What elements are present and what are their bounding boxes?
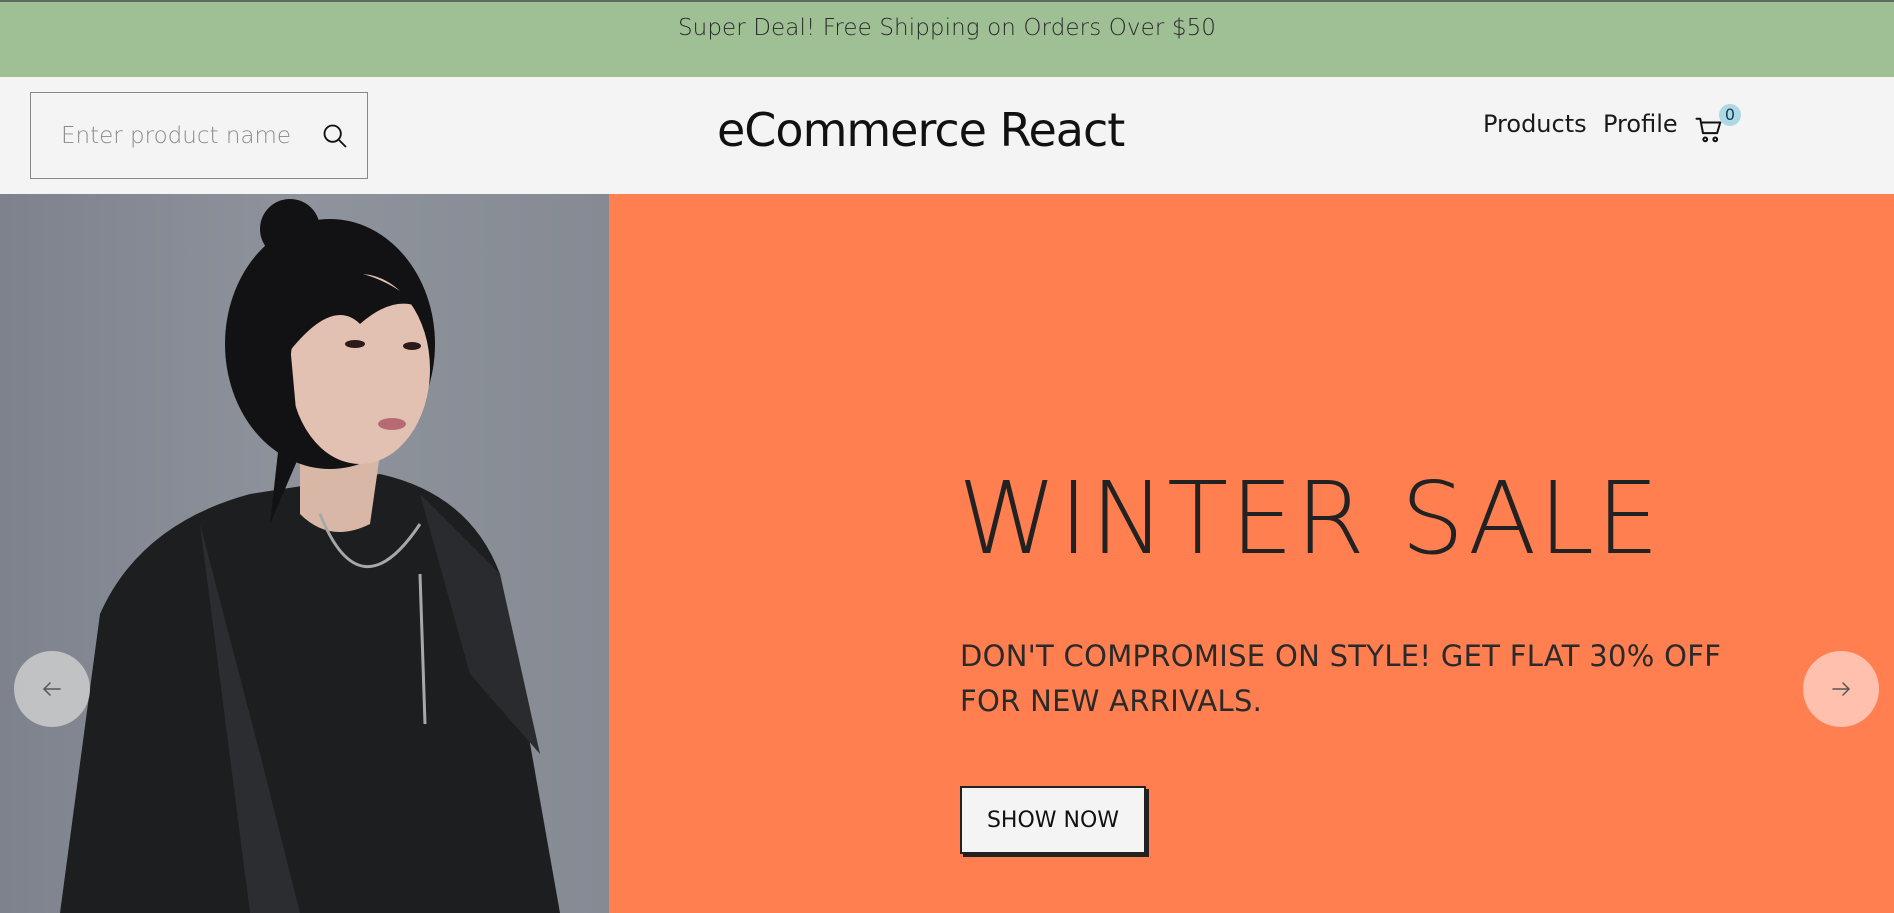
arrow-right-icon <box>1832 682 1850 696</box>
search-icon[interactable] <box>321 122 349 150</box>
announcement-bar: Super Deal! Free Shipping on Orders Over… <box>0 0 1894 77</box>
show-now-button[interactable]: SHOW NOW <box>960 786 1146 854</box>
hero-description: DON'T COMPROMISE ON STYLE! GET FLAT 30% … <box>960 639 1722 718</box>
cart-count-badge: 0 <box>1719 104 1741 126</box>
announcement-text: Super Deal! Free Shipping on Orders Over… <box>677 15 1217 41</box>
slider-next-button[interactable] <box>1803 651 1879 727</box>
hero-title: WINTER SALE <box>958 460 1662 577</box>
search-input[interactable] <box>61 122 321 149</box>
arrow-left-icon <box>43 682 61 696</box>
hero-model-image <box>0 194 609 913</box>
site-logo[interactable]: eCommerce React <box>717 103 1125 157</box>
navbar: eCommerce React Products Profile 0 <box>0 77 1894 194</box>
nav-products-link[interactable]: Products <box>1483 110 1587 138</box>
nav-profile-link[interactable]: Profile <box>1603 110 1678 138</box>
hero-slider: WINTER SALE DON'T COMPROMISE ON STYLE! G… <box>0 194 1894 913</box>
search-container <box>30 92 368 179</box>
slider-prev-button[interactable] <box>14 651 90 727</box>
